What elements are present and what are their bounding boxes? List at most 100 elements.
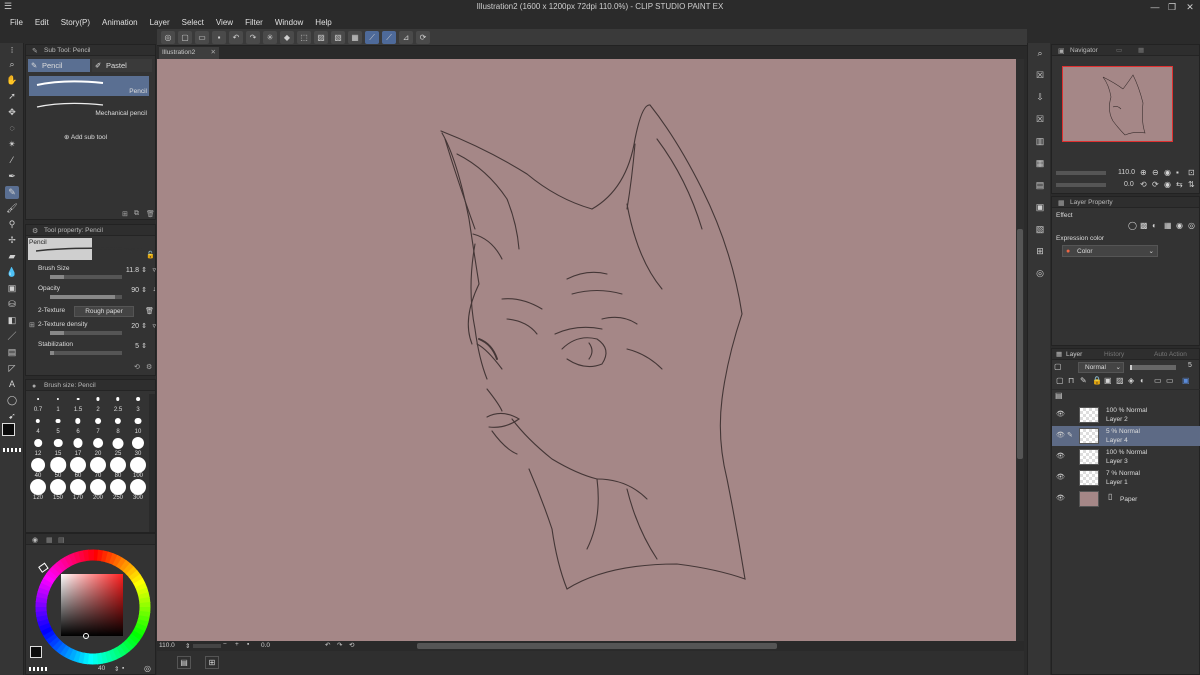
color-wheel[interactable] bbox=[32, 547, 154, 669]
menu-edit[interactable]: Edit bbox=[29, 18, 55, 27]
gradient-tool-icon[interactable]: ◧ bbox=[5, 314, 19, 327]
brush-size-value[interactable]: 11.8 bbox=[126, 267, 139, 274]
delete-texture-icon[interactable]: 🗑 bbox=[145, 307, 154, 315]
zoom-slider[interactable] bbox=[193, 644, 221, 648]
download-icon[interactable]: ⇩ bbox=[1033, 91, 1047, 104]
navigator-more-icon[interactable]: ⊡ bbox=[1188, 168, 1195, 177]
menu-select[interactable]: Select bbox=[176, 18, 210, 27]
transparent-color-swatch[interactable] bbox=[3, 448, 21, 452]
brush-size-cell[interactable]: 17 bbox=[68, 437, 88, 457]
brush-size-scrollbar[interactable] bbox=[149, 394, 155, 532]
ruler-range-icon[interactable]: ◈ bbox=[1128, 376, 1134, 385]
fill-tool-icon[interactable]: ▣ bbox=[5, 282, 19, 295]
redo-icon[interactable]: ↷ bbox=[246, 30, 260, 44]
menu-layer[interactable]: Layer bbox=[144, 18, 176, 27]
eye-icon[interactable]: 👁 bbox=[1056, 452, 1065, 460]
navigator-zoom-value[interactable]: 110.0 bbox=[1118, 169, 1135, 176]
flip-horizontal-icon[interactable]: ⇆ bbox=[1176, 180, 1183, 189]
brush-size-cell[interactable]: 80 bbox=[108, 457, 128, 479]
eraser-tool-icon[interactable]: ▰ bbox=[5, 250, 19, 263]
history-panel-icon[interactable]: ◎ bbox=[1033, 267, 1047, 280]
subview-tab-icon[interactable]: ▭ bbox=[1116, 45, 1122, 56]
new-subtool-icon[interactable]: ⊞ bbox=[122, 210, 128, 218]
close-icon[interactable]: ✕ bbox=[1183, 1, 1197, 13]
snap-special-ruler-icon[interactable]: ⟋ bbox=[382, 30, 396, 44]
menu-filter[interactable]: Filter bbox=[239, 18, 269, 27]
brush-size-cell[interactable]: 300 bbox=[128, 479, 148, 501]
rotate-right-icon[interactable]: ↷ bbox=[337, 641, 342, 649]
layer-row[interactable]: 👁 100 % Normal Layer 3 bbox=[1052, 447, 1200, 467]
rotate-right-icon[interactable]: ⟳ bbox=[1152, 180, 1159, 189]
layer-color-icon[interactable]: ◐ bbox=[1140, 376, 1145, 385]
eye-icon[interactable]: 👁 bbox=[1056, 473, 1065, 481]
brush-size-cell[interactable]: 40 bbox=[28, 458, 48, 479]
expand-icon[interactable]: ⊞ bbox=[29, 321, 35, 329]
spinner-icon[interactable]: ⇕ bbox=[114, 665, 119, 673]
color-wheel-tab-icon[interactable]: ◉ bbox=[32, 535, 38, 546]
add-subtool-button[interactable]: ⊕ Add sub tool bbox=[64, 133, 107, 141]
color-slider-tab-icon[interactable]: ▤ bbox=[58, 535, 65, 546]
brush-size-row[interactable]: Brush Size 11.8 ⇕ ▿ bbox=[26, 263, 157, 283]
close-tab-icon[interactable]: ✕ bbox=[211, 47, 216, 59]
texture-density-value[interactable]: 20 bbox=[131, 323, 139, 330]
menu-view[interactable]: View bbox=[210, 18, 239, 27]
brush-size-cell[interactable]: 50 bbox=[48, 457, 68, 479]
stabilization-value[interactable]: 5 bbox=[135, 343, 139, 350]
edit-target-icon[interactable]: ✎ bbox=[1067, 431, 1073, 439]
color-set-tab-icon[interactable]: ▦ bbox=[46, 535, 53, 546]
zoom-tool-icon[interactable]: ⌕ bbox=[5, 58, 19, 71]
deselect-icon[interactable]: ▨ bbox=[314, 30, 328, 44]
brush-size-cell[interactable]: 2.5 bbox=[108, 393, 128, 413]
search-icon[interactable]: ⌕ bbox=[1033, 47, 1047, 60]
navigator-zoom-slider[interactable] bbox=[1056, 171, 1106, 175]
brush-size-cell[interactable]: 150 bbox=[48, 479, 68, 501]
brush-size-cell[interactable]: 15 bbox=[48, 437, 68, 457]
menu-story[interactable]: Story(P) bbox=[55, 18, 96, 27]
main-color-chip[interactable] bbox=[30, 646, 42, 658]
brush-tool-icon[interactable]: 🖌 bbox=[5, 202, 19, 215]
figure-tool-icon[interactable]: ／ bbox=[5, 330, 19, 343]
clip-layer-icon[interactable]: ▢ bbox=[1056, 376, 1064, 385]
invert-selection-icon[interactable]: ▧ bbox=[331, 30, 345, 44]
menu-file[interactable]: File bbox=[4, 18, 29, 27]
pressure-icon[interactable]: ▿ bbox=[152, 322, 156, 330]
layer-row[interactable]: 👁 7 % Normal Layer 1 bbox=[1052, 468, 1200, 488]
snap-ruler-icon[interactable]: ⟋ bbox=[365, 30, 379, 44]
reset-rotation-icon[interactable]: ◉ bbox=[1164, 180, 1171, 189]
menu-window[interactable]: Window bbox=[269, 18, 309, 27]
canvas-vertical-scrollbar[interactable] bbox=[1016, 59, 1024, 641]
material-icon[interactable]: ☒ bbox=[1033, 69, 1047, 82]
transform-icon[interactable]: ⬚ bbox=[297, 30, 311, 44]
clip-studio-icon[interactable]: ◎ bbox=[161, 30, 175, 44]
navigator-rotation-value[interactable]: 0.0 bbox=[1124, 181, 1134, 188]
main-color-swatch[interactable] bbox=[2, 423, 15, 436]
subtool-tab-pastel[interactable]: ✐ Pastel bbox=[92, 59, 152, 72]
drawing-canvas[interactable] bbox=[157, 59, 1022, 641]
history-tab[interactable]: History bbox=[1104, 349, 1124, 360]
layer-row[interactable]: 👁 100 % Normal Layer 2 bbox=[1052, 405, 1200, 425]
opacity-row[interactable]: Opacity 90 ⇕ ↓ bbox=[26, 283, 157, 303]
raster-layer-icon[interactable]: ▭ bbox=[1154, 376, 1162, 385]
texture-density-slider[interactable] bbox=[50, 331, 122, 335]
pressure-icon[interactable]: ▿ bbox=[152, 266, 156, 274]
animation-cels-icon[interactable]: ▧ bbox=[1033, 223, 1047, 236]
spinner-icon[interactable]: ⇕ bbox=[141, 342, 147, 350]
draft-layer-icon[interactable]: ✎ bbox=[1080, 376, 1087, 385]
color-effect-icon[interactable]: ◐ bbox=[1152, 221, 1157, 230]
navigator-rotation-slider[interactable] bbox=[1056, 183, 1106, 187]
undo-icon[interactable]: ↶ bbox=[229, 30, 243, 44]
rotate-left-icon[interactable]: ⟲ bbox=[1140, 180, 1147, 189]
reset-icon[interactable]: ⟲ bbox=[134, 363, 140, 371]
zoom-readout[interactable]: 110.0 bbox=[159, 642, 175, 649]
lasso-tool-icon[interactable]: ◌ bbox=[5, 122, 19, 135]
eye-icon[interactable]: 👁 bbox=[1056, 431, 1065, 439]
vector-layer-icon[interactable]: ▭ bbox=[1166, 376, 1174, 385]
transparent-chip[interactable] bbox=[29, 667, 47, 671]
clear-icon[interactable]: ✳ bbox=[263, 30, 277, 44]
pen-pressure-icon[interactable]: ⟳ bbox=[416, 30, 430, 44]
border-effect-icon[interactable]: ◯ bbox=[1128, 221, 1137, 230]
brush-size-cell[interactable]: 30 bbox=[128, 436, 148, 457]
brush-size-cell[interactable]: 12 bbox=[28, 437, 48, 457]
texture-density-row[interactable]: ⊞ 2-Texture density 20 ⇕ ▿ bbox=[26, 319, 157, 339]
eye-icon[interactable]: 👁 bbox=[1056, 410, 1065, 418]
